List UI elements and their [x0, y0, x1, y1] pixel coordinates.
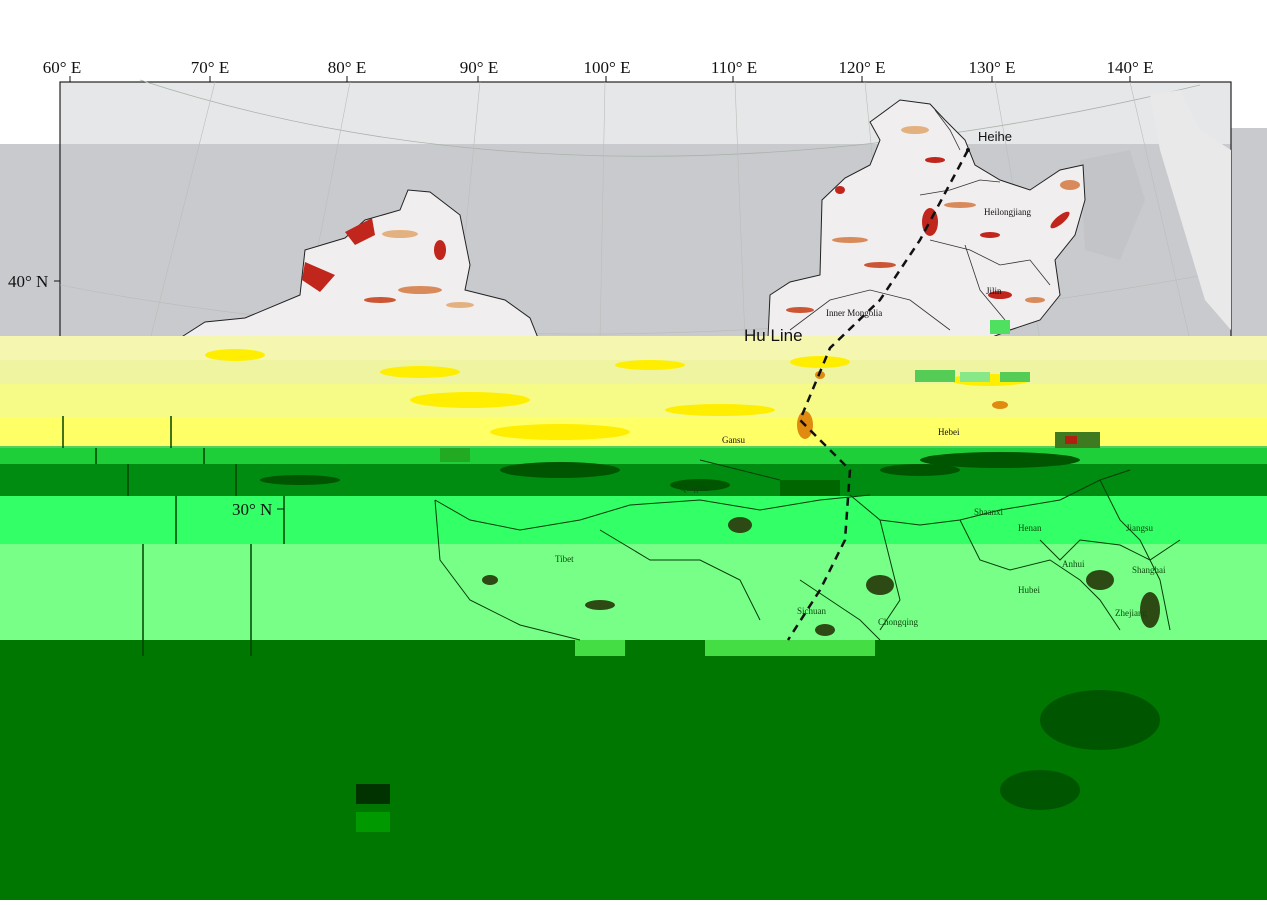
lon-label-100: 100° E — [584, 58, 631, 77]
lat-label-40: 40° N — [8, 272, 48, 291]
legend-swatch-mid — [356, 812, 390, 832]
ocean-top-strip — [60, 82, 1231, 144]
band-green-1 — [0, 448, 1267, 466]
city-label-heihe: Heihe — [978, 129, 1012, 144]
map-canvas: 60° E 70° E 80° E 90° E 100° E 110° E 12… — [0, 0, 1267, 900]
province-label-anhui: Anhui — [1062, 559, 1085, 569]
province-label-shanghai: Shanghai — [1132, 565, 1166, 575]
lon-label-140: 140° E — [1107, 58, 1154, 77]
longitude-labels: 60° E 70° E 80° E 90° E 100° E 110° E 12… — [43, 58, 1154, 77]
province-label-heilongjiang: Heilongjiang — [984, 207, 1031, 217]
province-label-hebei: Hebei — [938, 427, 960, 437]
lon-label-120: 120° E — [839, 58, 886, 77]
legend-swatch-dark — [356, 784, 390, 804]
province-label-shaanxi: Shaanxi — [974, 507, 1003, 517]
ocean-edge — [1231, 128, 1267, 340]
lon-label-60: 60° E — [43, 58, 81, 77]
province-label-inner-mongolia: Inner Mongolia — [826, 308, 882, 318]
province-label-qinghai: Qinghai — [680, 483, 709, 493]
province-label-tibet: Tibet — [555, 554, 574, 564]
lon-label-130: 130° E — [969, 58, 1016, 77]
band-green-bright — [0, 496, 1267, 544]
band-light-yellow — [0, 384, 1267, 420]
province-label-sichuan: Sichuan — [797, 606, 826, 616]
lon-label-80: 80° E — [328, 58, 366, 77]
province-label-zhejiang: Zhejiang — [1115, 608, 1147, 618]
province-label-gansu: Gansu — [722, 435, 745, 445]
hu-line-label: Hu Line — [744, 326, 803, 345]
lon-label-90: 90° E — [460, 58, 498, 77]
province-label-henan: Henan — [1018, 523, 1042, 533]
province-label-jiangsu: Jiangsu — [1126, 523, 1154, 533]
province-label-hubei: Hubei — [1018, 585, 1040, 595]
lat-label-30: 30° N — [232, 500, 272, 519]
band-green-dark — [0, 640, 1267, 900]
map-figure: 60° E 70° E 80° E 90° E 100° E 110° E 12… — [0, 0, 1267, 900]
lon-label-70: 70° E — [191, 58, 229, 77]
city-marker-heihe — [966, 148, 970, 152]
province-label-jilin: Jilin — [986, 286, 1002, 296]
province-label-chongqing: Chongqing — [878, 617, 919, 627]
lon-label-110: 110° E — [711, 58, 757, 77]
